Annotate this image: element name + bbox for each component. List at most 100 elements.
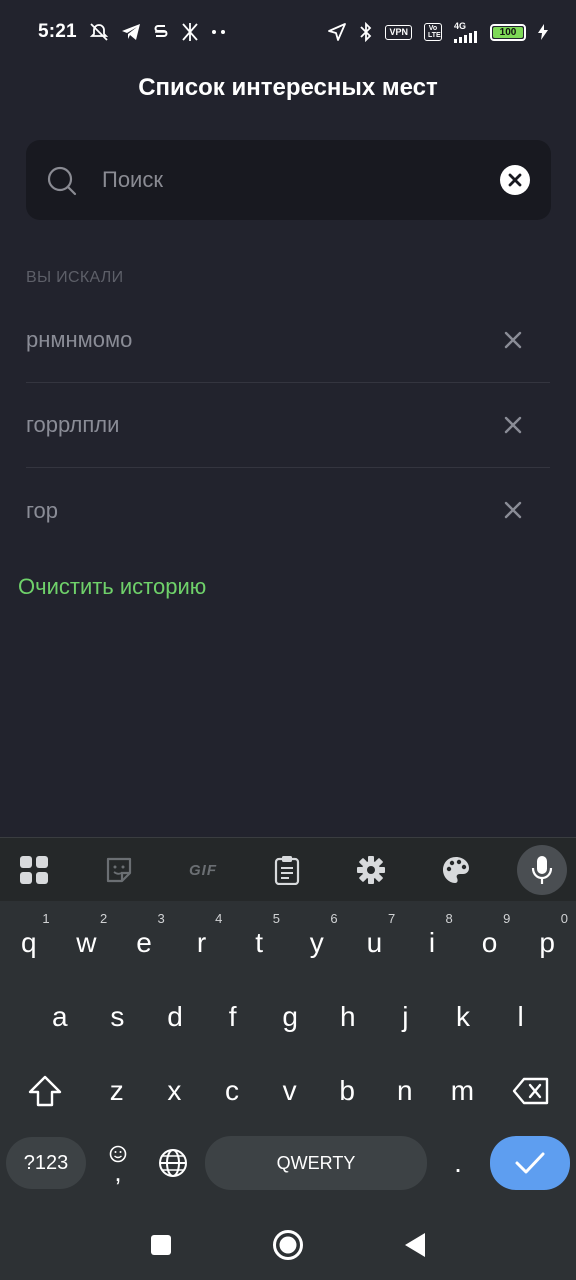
key-o[interactable]: o9 <box>461 909 519 977</box>
battery-icon: 100 <box>490 23 526 41</box>
home-button[interactable] <box>271 1228 305 1262</box>
sticker-button[interactable] <box>97 848 141 892</box>
backspace-key[interactable] <box>502 1055 560 1127</box>
history-item[interactable]: гор <box>26 468 550 553</box>
search-input[interactable] <box>102 160 482 200</box>
remove-history-item-button[interactable] <box>502 414 524 436</box>
vpn-badge: VPN <box>385 24 412 40</box>
key-label: y <box>309 927 324 958</box>
key-number-hint: 1 <box>42 911 50 926</box>
clear-search-button[interactable] <box>500 165 530 195</box>
shift-key[interactable] <box>16 1055 74 1127</box>
settings-button[interactable] <box>349 848 393 892</box>
key-l[interactable]: l <box>492 982 550 1052</box>
clear-history-button[interactable]: Очистить историю <box>18 574 206 600</box>
checkmark-icon <box>515 1152 545 1174</box>
key-label: u <box>366 927 383 958</box>
history-item[interactable]: рнмнмомо <box>26 298 550 383</box>
apps-grid-button[interactable] <box>12 848 56 892</box>
history-item[interactable]: горрлпли <box>26 383 550 468</box>
charging-icon <box>538 24 548 40</box>
theme-button[interactable] <box>434 848 478 892</box>
clipboard-button[interactable] <box>265 848 309 892</box>
key-b[interactable]: b <box>318 1055 376 1127</box>
key-number-hint: 4 <box>215 911 223 926</box>
battery-level: 100 <box>499 26 517 38</box>
status-left: 5:21 <box>38 21 227 43</box>
history-header: ВЫ ИСКАЛИ <box>26 269 124 286</box>
location-arrow-icon <box>327 22 347 42</box>
navigation-bar <box>0 1210 576 1280</box>
emoji-comma-key[interactable]: , <box>98 1135 138 1191</box>
key-label: i <box>428 927 436 958</box>
back-triangle-icon <box>405 1233 425 1257</box>
more-notifications-icon <box>211 29 227 35</box>
clipboard-icon <box>274 856 300 885</box>
key-number-hint: 6 <box>330 911 338 926</box>
backspace-icon <box>512 1077 549 1105</box>
key-k[interactable]: k <box>434 982 492 1052</box>
network-type: 4G <box>454 20 467 31</box>
key-i[interactable]: i8 <box>403 909 461 977</box>
telegram-icon <box>121 23 141 41</box>
language-key[interactable] <box>150 1137 196 1189</box>
key-label: q <box>21 927 37 958</box>
clear-icon <box>508 173 522 187</box>
settings-icon <box>357 856 385 884</box>
app-x-icon <box>181 22 199 42</box>
key-f[interactable]: f <box>204 982 262 1052</box>
key-a[interactable]: a <box>31 982 89 1052</box>
enter-key[interactable] <box>490 1136 570 1190</box>
search-box[interactable] <box>26 140 551 220</box>
comma-label: , <box>114 1157 122 1187</box>
key-x[interactable]: x <box>146 1055 204 1127</box>
history-list: рнмнмомо горрлпли гор <box>26 298 550 553</box>
key-c[interactable]: c <box>203 1055 261 1127</box>
volte-badge: Vo LTE <box>424 23 442 41</box>
key-y[interactable]: y6 <box>288 909 346 977</box>
key-number-hint: 9 <box>503 911 511 926</box>
key-label: e <box>136 927 152 958</box>
back-button[interactable] <box>398 1228 432 1262</box>
key-label: r <box>196 927 207 958</box>
mic-icon <box>531 856 553 884</box>
sticker-icon <box>106 857 132 883</box>
key-g[interactable]: g <box>261 982 319 1052</box>
remove-history-item-button[interactable] <box>502 329 524 351</box>
key-z[interactable]: z <box>88 1055 146 1127</box>
gif-button[interactable]: GIF <box>181 848 225 892</box>
key-m[interactable]: m <box>434 1055 492 1127</box>
close-icon <box>504 501 522 519</box>
symbols-key[interactable]: ?123 <box>6 1137 86 1189</box>
key-r[interactable]: r4 <box>173 909 231 977</box>
key-n[interactable]: n <box>376 1055 434 1127</box>
status-time: 5:21 <box>38 21 77 42</box>
voice-input-button[interactable] <box>517 845 567 895</box>
search-icon <box>46 165 78 202</box>
period-key[interactable]: . <box>440 1137 476 1189</box>
key-p[interactable]: p0 <box>518 909 576 977</box>
square-icon <box>151 1235 171 1255</box>
recents-button[interactable] <box>144 1228 178 1262</box>
remove-history-item-button[interactable] <box>502 499 524 521</box>
key-v[interactable]: v <box>261 1055 319 1127</box>
key-j[interactable]: j <box>377 982 435 1052</box>
key-w[interactable]: w2 <box>58 909 116 977</box>
key-label: w <box>76 927 97 958</box>
status-right: VPN Vo LTE 4G 100 <box>327 20 548 43</box>
status-bar: 5:21 VPN Vo LTE 4G 100 <box>0 0 576 64</box>
key-d[interactable]: d <box>146 982 204 1052</box>
key-u[interactable]: u7 <box>346 909 404 977</box>
close-icon <box>504 416 522 434</box>
app-s-icon <box>153 22 169 42</box>
key-h[interactable]: h <box>319 982 377 1052</box>
space-key[interactable]: QWERTY <box>205 1136 427 1190</box>
key-q[interactable]: q1 <box>0 909 58 977</box>
key-label: t <box>255 927 264 958</box>
key-s[interactable]: s <box>89 982 147 1052</box>
key-e[interactable]: e3 <box>115 909 173 977</box>
key-t[interactable]: t5 <box>230 909 288 977</box>
shift-icon <box>28 1075 62 1107</box>
key-number-hint: 5 <box>272 911 280 926</box>
key-label: o <box>481 927 498 958</box>
